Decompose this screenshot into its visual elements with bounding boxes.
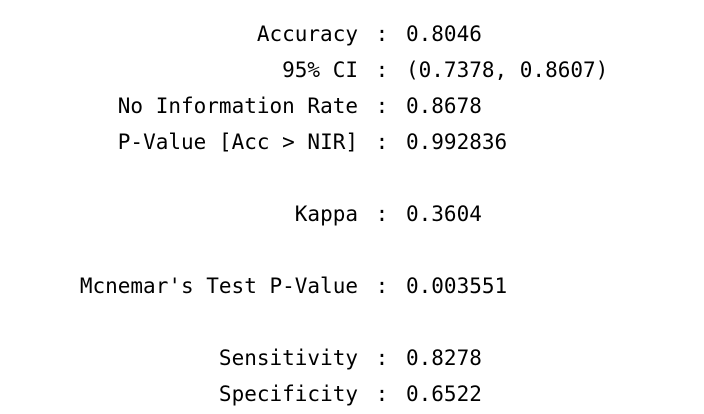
stat-value: 0.992836 [406, 130, 508, 154]
stat-separator: : [375, 346, 389, 370]
stat-label: P-Value [Acc > NIR] [117, 130, 358, 154]
stat-row-accuracy: Accuracy : 0.8046 [0, 16, 704, 52]
stat-separator: : [375, 58, 389, 82]
stat-value: 0.6522 [406, 382, 482, 406]
stat-row-sensitivity: Sensitivity : 0.8278 [0, 340, 704, 376]
stat-row-p-value-acc-nir: P-Value [Acc > NIR] : 0.992836 [0, 124, 704, 160]
stat-row-specificity: Specificity : 0.6522 [0, 376, 704, 412]
console-output: Accuracy : 0.8046 95% CI : (0.7378, 0.86… [0, 16, 704, 412]
stat-value: 0.8278 [406, 346, 482, 370]
stat-row-95-ci: 95% CI : (0.7378, 0.8607) [0, 52, 704, 88]
stat-label: No Information Rate [117, 94, 358, 118]
stat-label: Mcnemar's Test P-Value [79, 274, 358, 298]
stat-separator: : [375, 202, 389, 226]
stat-value: 0.3604 [406, 202, 482, 226]
stat-label: 95% CI [282, 58, 358, 82]
stat-separator: : [375, 130, 389, 154]
stat-separator: : [375, 382, 389, 406]
stat-separator: : [375, 274, 389, 298]
stat-value: 0.8046 [406, 22, 482, 46]
stat-row-kappa: Kappa : 0.3604 [0, 196, 704, 232]
stat-separator: : [375, 94, 389, 118]
stat-row-no-information-rate: No Information Rate : 0.8678 [0, 88, 704, 124]
stat-value: 0.003551 [406, 274, 508, 298]
stat-value: 0.8678 [406, 94, 482, 118]
stat-value: (0.7378, 0.8607) [406, 58, 609, 82]
stat-label: Sensitivity [218, 346, 358, 370]
stat-label: Accuracy [256, 22, 358, 46]
stat-label: Kappa [294, 202, 358, 226]
stat-label: Specificity [218, 382, 358, 406]
stat-separator: : [375, 22, 389, 46]
stat-row-mcnemar-p-value: Mcnemar's Test P-Value : 0.003551 [0, 268, 704, 304]
